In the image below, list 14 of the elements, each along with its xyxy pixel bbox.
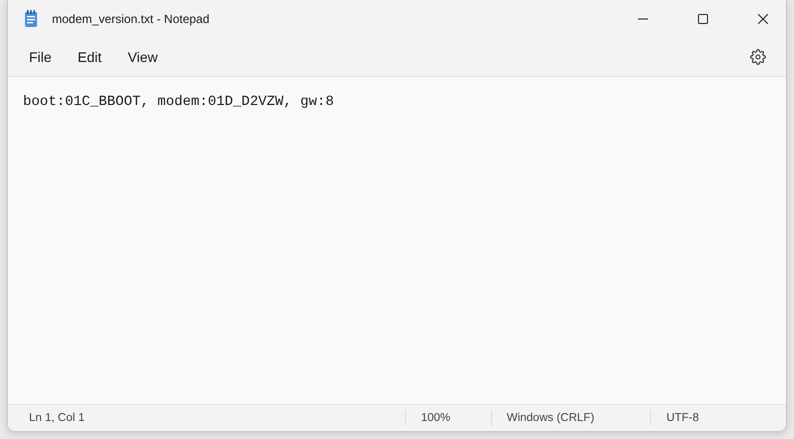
maximize-icon (698, 14, 708, 24)
menu-item[interactable]: Edit (64, 43, 115, 71)
menu-item[interactable]: File (16, 43, 65, 71)
gear-icon (750, 49, 766, 65)
status-text: Ln 1, Col 1 (28, 411, 86, 426)
window-title: modem_version.txt - Notepad (52, 12, 210, 26)
status-text: 100% (404, 410, 491, 426)
close-icon (758, 14, 768, 24)
status-text: UTF-8 (650, 410, 786, 426)
document-text: boot:01C_BBOOT, modem:01D_D2VZW, gw:8 (23, 94, 335, 110)
notepad-icon (24, 10, 38, 28)
status-text: Windows (CRLF) (490, 410, 650, 426)
text-editor[interactable]: boot:01C_BBOOT, modem:01D_D2VZW, gw:8 (8, 76, 786, 404)
menu-item[interactable]: View (114, 43, 171, 71)
